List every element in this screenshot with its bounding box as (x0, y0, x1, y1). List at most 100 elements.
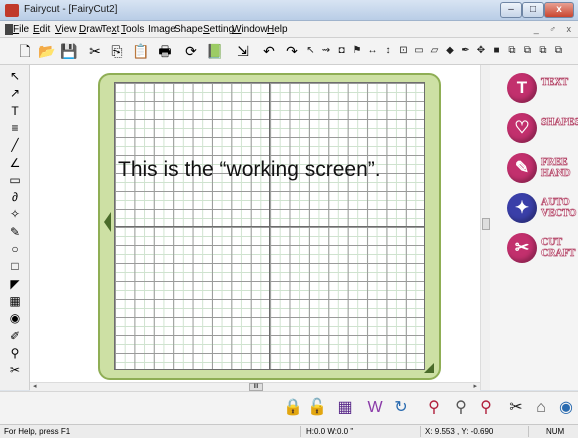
menu-help[interactable]: Help (267, 24, 288, 35)
zoom-area-icon[interactable]: ⚲ (451, 398, 471, 418)
arrange-icon-3[interactable]: ⧉ (538, 44, 549, 58)
title-bar: Fairycut - [FairyCut2] – □ x (0, 0, 578, 21)
globe-icon[interactable]: ◉ (556, 398, 576, 418)
zoom-tool-icon[interactable]: ⚲ (8, 346, 22, 360)
plotter-icon[interactable]: ⌂ (531, 398, 551, 418)
cutting-mat[interactable] (98, 73, 441, 380)
flip-vertical-icon[interactable]: ↕ (383, 44, 394, 58)
unlock-icon[interactable]: 🔓 (307, 398, 327, 418)
print-icon[interactable]: 🖶 (156, 42, 174, 60)
menu-image[interactable]: Image (148, 24, 176, 35)
menu-window[interactable]: Window (232, 24, 268, 35)
left-toolbox: ↖ ↗ T ≡ ╱ ∠ ▭ ∂ ✧ ✎ ○ □ ◤ ▦ ◉ ✐ ⚲ ✂ (0, 65, 30, 390)
scroll-right-arrow-icon[interactable]: ▸ (473, 382, 477, 390)
side-panel-label: CUT CRAFT (541, 237, 576, 260)
arrange-icon-2[interactable]: ⧉ (522, 44, 533, 58)
menu-setting[interactable]: Setting (203, 24, 234, 35)
line-tool-icon[interactable]: ∠ (8, 156, 22, 170)
mat-grid[interactable] (114, 82, 425, 370)
node-edit-icon[interactable]: ⇝ (321, 44, 332, 58)
weld-icon[interactable]: ⚑ (352, 44, 363, 58)
fill-tool-icon[interactable]: ◉ (8, 311, 22, 325)
eraser-icon[interactable]: ▱ (429, 44, 440, 58)
side-panel: T TEXT ♡ SHAPES ✎ FREE HAND ✦ AUTO VECTO ✂ CUT CR… (490, 65, 578, 390)
main-toolbar: 🗋 📂 💾 ✂ ⎘ 📋 🖶 ⟳ 📗 ⇲ ↶ ↷ ↖ ⇝ ◘ ⚑ ↔ ↕ ⊡ ▭ ▱ ◆ ✒ ✥ ■ ⧉ ⧉ ⧉ ⧉ (0, 38, 578, 65)
working-canvas[interactable] (30, 65, 490, 390)
text-path-icon[interactable]: ≡ (8, 121, 22, 135)
menu-shape[interactable]: Shape (174, 24, 203, 35)
redo-icon[interactable]: ↷ (283, 42, 301, 60)
menu-draw[interactable]: Draw (79, 24, 102, 35)
mat-corner-marker (424, 363, 434, 373)
side-panel-label: FREE HAND (541, 157, 571, 180)
menu-text[interactable]: Text (101, 24, 119, 35)
eraser-tool-icon[interactable]: ◤ (8, 277, 22, 291)
bottom-toolbar: 🔒 🔓 ▦ W ↻ ⚲ ⚲ ⚲ ✂ ⌂ ◉ (0, 391, 578, 424)
ruler-tool-icon[interactable]: ▭ (8, 173, 22, 187)
knife-icon[interactable]: ◆ (445, 44, 456, 58)
export-icon[interactable]: ⇲ (234, 42, 252, 60)
copy-icon[interactable]: ⎘ (108, 42, 126, 60)
weld-w-icon[interactable]: W (365, 398, 385, 418)
pencil-tool-icon[interactable]: ✎ (8, 225, 22, 239)
vertical-scrollbar[interactable] (480, 65, 490, 390)
status-bar: For Help, press F1 H:0.0 W:0.0 " X: 9.55… (0, 424, 578, 438)
ellipse-tool-icon[interactable]: ○ (8, 242, 22, 256)
group-icon[interactable]: ▭ (414, 44, 425, 58)
pen-icon[interactable]: ✒ (460, 44, 471, 58)
maximize-button[interactable]: □ (522, 2, 544, 18)
grid-icon[interactable]: ▦ (335, 398, 355, 418)
paste-icon[interactable]: 📋 (132, 42, 150, 60)
cut-icon[interactable]: ✂ (86, 42, 104, 60)
lock-icon[interactable]: 🔒 (283, 398, 303, 418)
book-icon[interactable]: 📗 (206, 42, 224, 60)
flip-horizontal-icon[interactable]: ↔ (367, 44, 378, 58)
arrange-icon-4[interactable]: ⧉ (553, 44, 564, 58)
mdi-window-controls[interactable]: _ ♂ x (534, 24, 575, 34)
auto-vecto-icon: ✦ (507, 193, 537, 223)
color-icon[interactable]: ■ (491, 44, 502, 58)
knife-tool-icon[interactable]: ✂ (8, 363, 22, 377)
fill-icon[interactable]: ◘ (336, 44, 347, 58)
minimize-button[interactable]: – (500, 2, 522, 18)
pen-tool-icon[interactable]: ╱ (8, 138, 22, 152)
cutter-icon[interactable]: ✂ (506, 398, 526, 418)
menu-file[interactable]: File (13, 24, 29, 35)
zoom-out-icon[interactable]: ⚲ (424, 398, 444, 418)
spiral-tool-icon[interactable]: ∂ (8, 190, 22, 204)
rectangle-tool-icon[interactable]: □ (8, 259, 22, 273)
pointer-icon[interactable]: ↖ (305, 44, 316, 58)
zoom-all-icon[interactable]: ⚲ (476, 398, 496, 418)
horizontal-scroll-thumb[interactable]: III (249, 383, 263, 391)
status-size: H:0.0 W:0.0 " (306, 427, 354, 436)
move-icon[interactable]: ✥ (476, 44, 487, 58)
horizontal-scrollbar[interactable]: ◂ III ▸ (30, 382, 480, 391)
document-icon (5, 24, 13, 35)
arrange-icon-1[interactable]: ⧉ (507, 44, 518, 58)
scan-tool-icon[interactable]: ▦ (8, 294, 22, 308)
mat-feed-arrow-icon (104, 212, 111, 232)
menu-view[interactable]: View (55, 24, 77, 35)
menu-tools[interactable]: Tools (121, 24, 144, 35)
refresh-icon[interactable]: ⟳ (182, 42, 200, 60)
cut-craft-icon: ✂ (507, 233, 537, 263)
node-arrow-icon[interactable]: ↗ (8, 86, 22, 100)
save-icon[interactable]: 💾 (60, 42, 78, 60)
contour-icon[interactable]: ↻ (391, 398, 411, 418)
text-tool-icon[interactable]: T (8, 104, 22, 118)
vertical-scroll-thumb[interactable] (482, 218, 490, 230)
align-icon[interactable]: ⊡ (398, 44, 409, 58)
dropper-tool-icon[interactable]: ✐ (8, 329, 22, 343)
close-button[interactable]: x (544, 2, 574, 18)
app-icon (5, 4, 19, 17)
menu-bar: File Edit View Draw Text Tools Image Shape Setti… (0, 21, 578, 38)
undo-icon[interactable]: ↶ (260, 42, 278, 60)
status-coordinates: X: 9.553 , Y: -0.690 (425, 427, 494, 436)
select-arrow-icon[interactable]: ↖ (8, 69, 22, 83)
status-num-lock: NUM (546, 427, 565, 436)
scroll-left-arrow-icon[interactable]: ◂ (33, 382, 37, 390)
open-folder-icon[interactable]: 📂 (38, 42, 56, 60)
menu-edit[interactable]: Edit (33, 24, 50, 35)
new-file-icon[interactable]: 🗋 (16, 42, 34, 60)
shape-tool-icon[interactable]: ✧ (8, 207, 22, 221)
